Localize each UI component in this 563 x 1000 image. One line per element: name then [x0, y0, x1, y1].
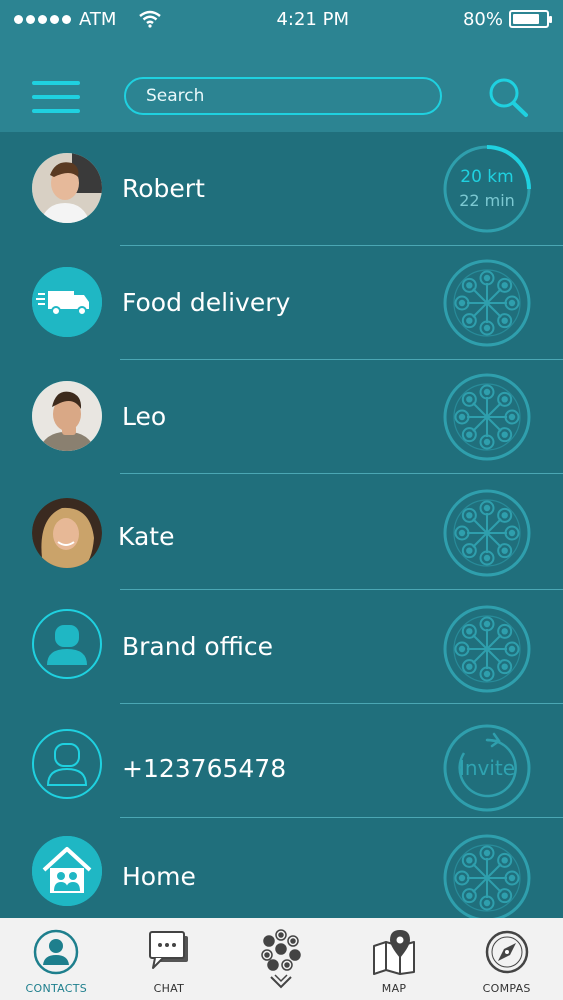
- avatar: [32, 153, 102, 223]
- chat-icon: [143, 926, 195, 978]
- wifi-icon: [139, 10, 162, 28]
- battery-percent: 80%: [462, 8, 503, 30]
- locate-button[interactable]: [442, 372, 532, 462]
- menu-line: [32, 109, 80, 113]
- menu-line: [32, 81, 80, 85]
- compass-icon: [481, 926, 533, 978]
- person-outline-icon: [46, 743, 88, 786]
- status-bar: ATM 4:21 PM 80%: [0, 0, 563, 38]
- status-left: ATM: [14, 9, 162, 30]
- bottom-nav: CONTACTS CHAT MAP COMPAS: [0, 918, 563, 1000]
- nav-compass[interactable]: COMPAS: [462, 918, 552, 995]
- invite-button[interactable]: Invite: [442, 723, 532, 813]
- app-logo-icon: [253, 926, 309, 990]
- locate-flower-icon: [443, 605, 531, 693]
- invite-label: Invite: [458, 756, 516, 780]
- contact-row[interactable]: Brand office: [0, 590, 563, 704]
- contact-row[interactable]: +123765478 Invite: [0, 704, 563, 818]
- status-right: 80%: [462, 8, 552, 30]
- distance-indicator[interactable]: 20 km 22 min: [442, 144, 532, 234]
- nav-contacts[interactable]: CONTACTS: [11, 918, 101, 995]
- contact-row[interactable]: Food delivery: [0, 246, 563, 360]
- avatar-photo: [32, 153, 102, 223]
- contact-row[interactable]: Leo: [0, 360, 563, 474]
- signal-icon: [14, 14, 71, 24]
- nav-label: COMPAS: [482, 982, 531, 995]
- contact-name: Leo: [122, 402, 167, 431]
- contact-name: Home: [122, 862, 196, 891]
- menu-line: [32, 95, 80, 99]
- nav-home-logo[interactable]: [236, 918, 326, 990]
- contact-name: Kate: [118, 522, 175, 551]
- avatar: [32, 609, 102, 679]
- app-header: [0, 38, 563, 132]
- nav-chat[interactable]: CHAT: [124, 918, 214, 995]
- avatar: [32, 267, 102, 337]
- locate-flower-icon: [443, 373, 531, 461]
- nav-label: CHAT: [153, 982, 185, 995]
- avatar-photo: [32, 381, 102, 451]
- avatar: [32, 381, 102, 451]
- contact-name: Food delivery: [122, 288, 291, 317]
- eta-value: 22 min: [459, 191, 515, 210]
- locate-button[interactable]: [442, 488, 532, 578]
- contact-row[interactable]: Kate: [0, 474, 563, 590]
- nav-map[interactable]: MAP: [349, 918, 439, 995]
- avatar-photo: [32, 498, 102, 568]
- search-icon: [489, 78, 528, 117]
- contacts-icon: [30, 926, 82, 978]
- locate-button[interactable]: [442, 833, 532, 923]
- locate-button[interactable]: [442, 604, 532, 694]
- locate-flower-icon: [443, 489, 531, 577]
- contact-name: Brand office: [122, 632, 274, 661]
- battery-icon: [509, 10, 552, 28]
- map-icon: [368, 926, 420, 978]
- home-icon: [32, 836, 102, 906]
- menu-button[interactable]: [32, 81, 80, 115]
- battery-level: [513, 14, 539, 24]
- avatar: [32, 729, 102, 799]
- clock: 4:21 PM: [276, 8, 349, 30]
- nav-label: CONTACTS: [25, 982, 88, 995]
- person-icon: [47, 625, 87, 665]
- progress-ring-icon: [443, 145, 531, 233]
- truck-icon: [32, 267, 102, 337]
- contact-name: Robert: [122, 174, 205, 203]
- contact-row[interactable]: Robert 20 km 22 min: [0, 132, 563, 246]
- contact-list: Robert 20 km 22 min Food delivery Leo Ka…: [0, 132, 563, 932]
- nav-label: MAP: [381, 982, 407, 995]
- search-button[interactable]: [486, 76, 530, 120]
- distance-value: 20 km: [460, 167, 514, 187]
- search-input[interactable]: [124, 77, 442, 115]
- avatar: [32, 498, 102, 568]
- locate-flower-icon: [443, 834, 531, 922]
- locate-button[interactable]: [442, 258, 532, 348]
- contact-row[interactable]: Home: [0, 818, 563, 932]
- carrier-label: ATM: [79, 8, 117, 30]
- avatar: [32, 836, 102, 906]
- locate-flower-icon: [443, 259, 531, 347]
- contact-name: +123765478: [122, 754, 287, 783]
